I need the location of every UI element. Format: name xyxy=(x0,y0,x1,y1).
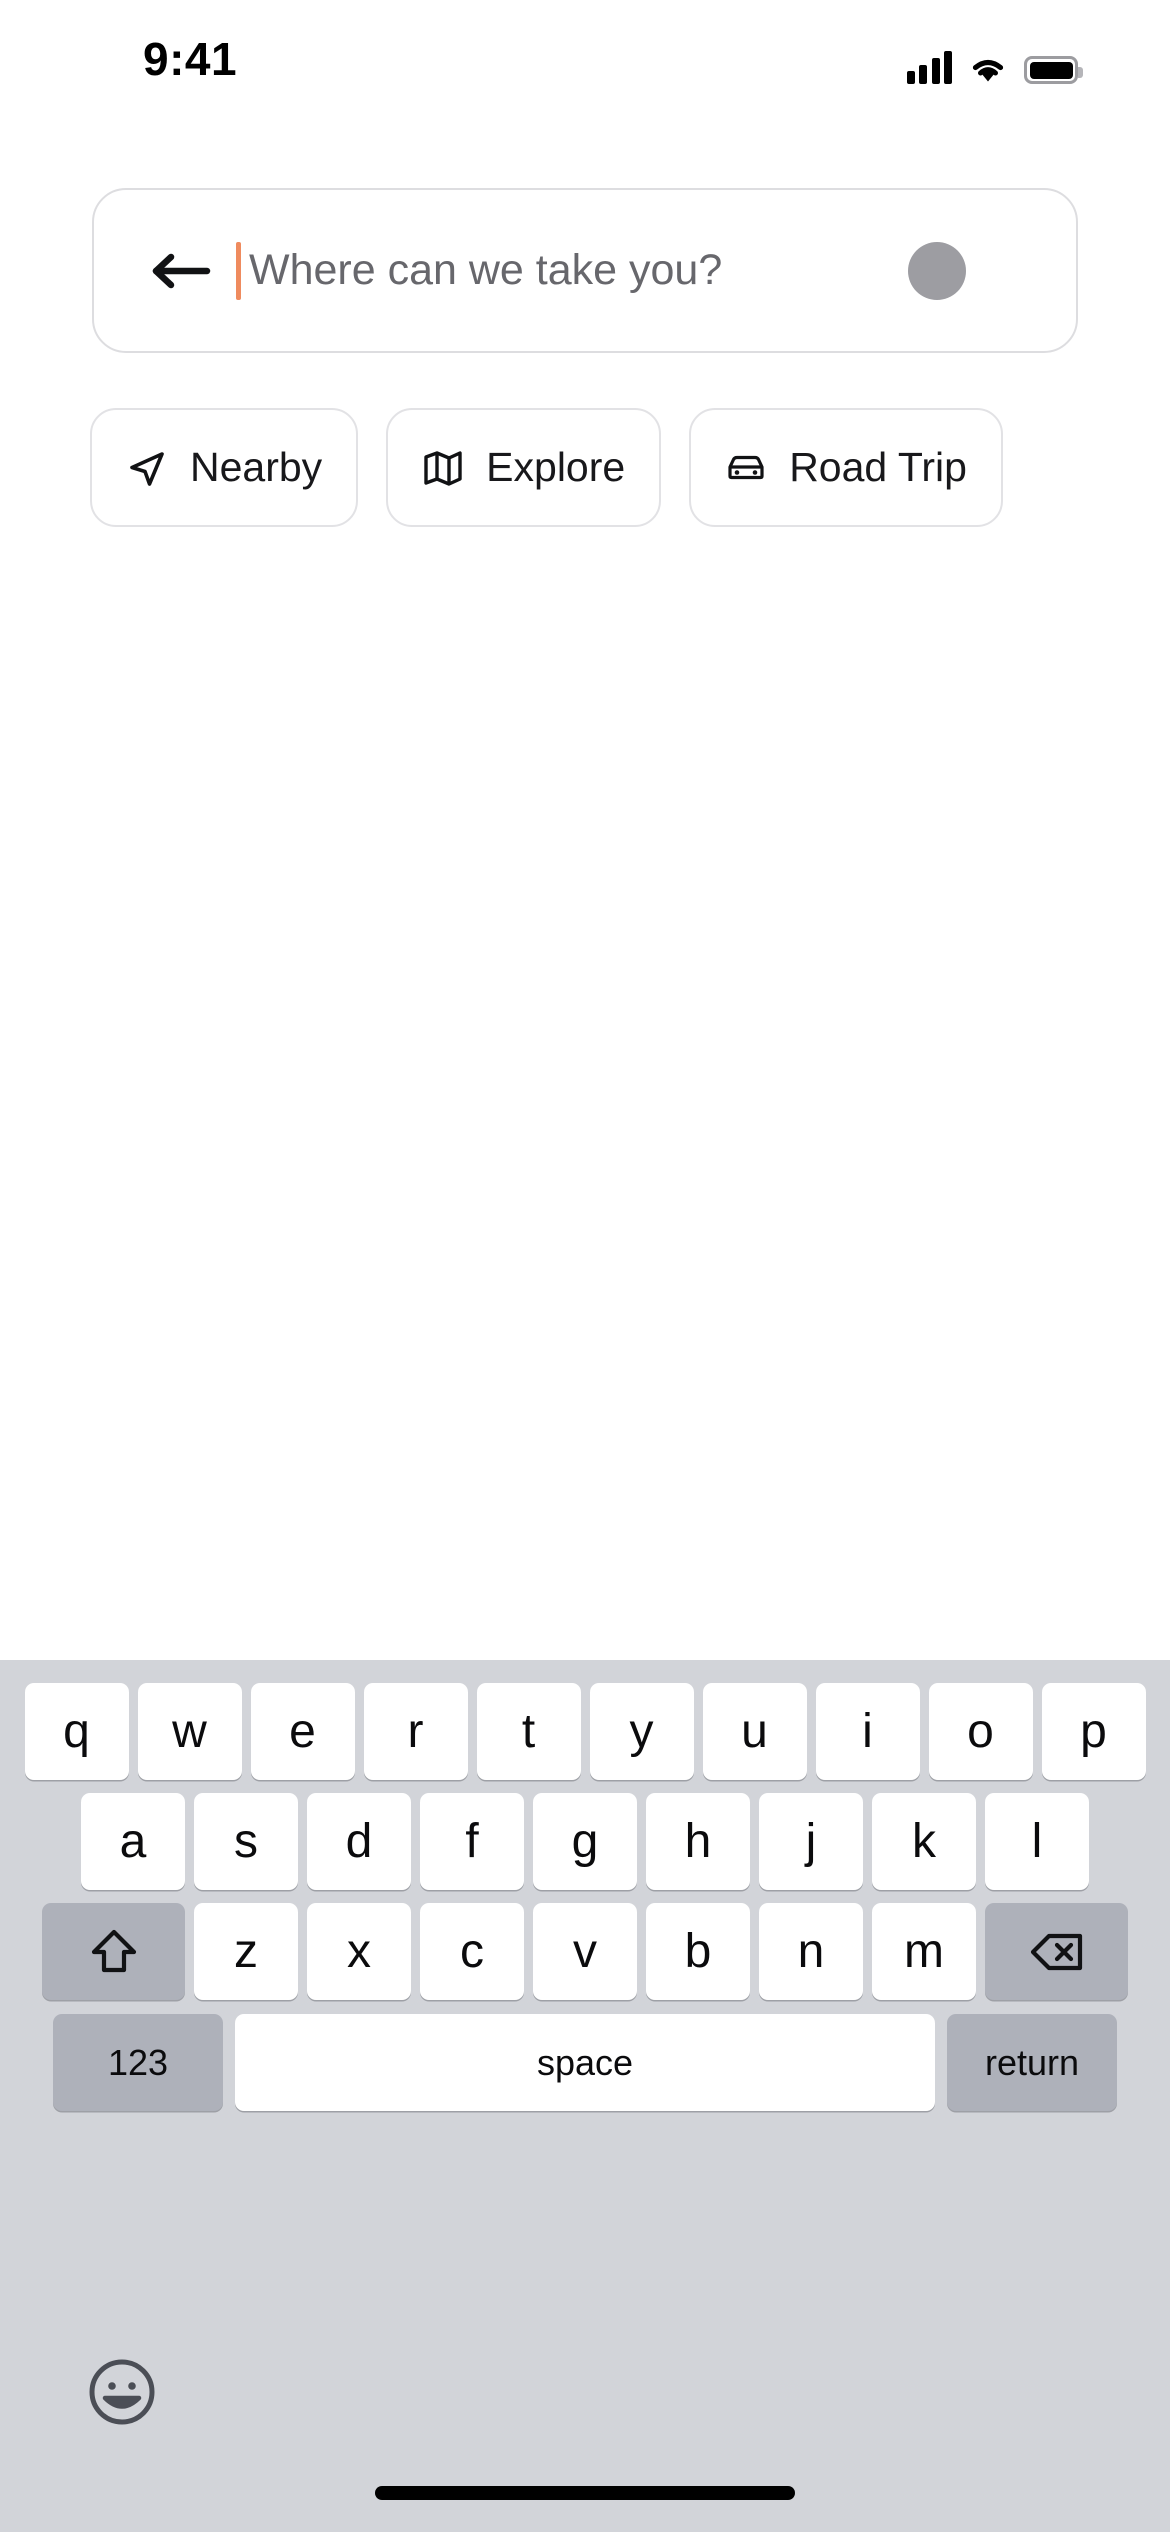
chip-road-trip[interactable]: Road Trip xyxy=(689,408,1003,527)
key-d[interactable]: d xyxy=(307,1793,411,1890)
map-icon xyxy=(422,447,464,489)
key-v[interactable]: v xyxy=(533,1903,637,2000)
chip-label: Nearby xyxy=(190,444,323,490)
text-cursor xyxy=(236,241,241,300)
key-i[interactable]: i xyxy=(815,1683,920,1780)
key-g[interactable]: g xyxy=(533,1793,637,1890)
emoji-smiley-icon[interactable] xyxy=(85,2355,159,2429)
space-key[interactable]: space xyxy=(235,2014,935,2111)
key-h[interactable]: h xyxy=(646,1793,750,1890)
chip-label: Road Trip xyxy=(789,444,967,490)
wifi-icon xyxy=(968,54,1008,84)
key-o[interactable]: o xyxy=(928,1683,1033,1780)
key-s[interactable]: s xyxy=(194,1793,298,1890)
keyboard-row-1: q w e r t y u i o p xyxy=(0,1660,1170,1780)
shift-key[interactable] xyxy=(42,1903,185,2000)
car-front-icon xyxy=(725,447,767,489)
back-arrow-icon[interactable] xyxy=(149,251,211,291)
backspace-delete-icon xyxy=(1028,1926,1086,1978)
key-p[interactable]: p xyxy=(1041,1683,1146,1780)
status-bar: 9:41 xyxy=(0,0,1170,130)
return-key[interactable]: return xyxy=(947,2014,1117,2111)
key-f[interactable]: f xyxy=(420,1793,524,1890)
chip-nearby[interactable]: Nearby xyxy=(90,408,359,527)
chip-label: Explore xyxy=(486,444,626,490)
search-bar[interactable]: Where can we take you? xyxy=(92,188,1078,353)
key-z[interactable]: z xyxy=(194,1903,298,2000)
status-bar-time: 9:41 xyxy=(143,33,238,85)
key-k[interactable]: k xyxy=(872,1793,976,1890)
key-u[interactable]: u xyxy=(702,1683,807,1780)
key-a[interactable]: a xyxy=(81,1793,185,1890)
keyboard-row-3: z x c v b n m xyxy=(0,1890,1170,2000)
key-c[interactable]: c xyxy=(420,1903,524,2000)
navigation-arrow-icon xyxy=(126,447,168,489)
key-q[interactable]: q xyxy=(24,1683,129,1780)
on-screen-keyboard: q w e r t y u i o p a s d f g h j k l z … xyxy=(0,1660,1170,2532)
avatar[interactable] xyxy=(908,241,966,300)
backspace-key[interactable] xyxy=(985,1903,1128,2000)
cellular-signal-icon xyxy=(906,51,952,84)
chip-explore[interactable]: Explore xyxy=(386,408,662,527)
status-bar-indicators xyxy=(906,40,1083,84)
numbers-key[interactable]: 123 xyxy=(53,2014,223,2111)
phone-screen: 9:41 Where can we take you? Nearby Explo… xyxy=(0,0,1170,2532)
key-n[interactable]: n xyxy=(759,1903,863,2000)
home-indicator[interactable] xyxy=(375,2486,795,2500)
key-j[interactable]: j xyxy=(759,1793,863,1890)
key-w[interactable]: w xyxy=(137,1683,242,1780)
battery-full-icon xyxy=(1024,56,1083,84)
key-r[interactable]: r xyxy=(363,1683,468,1780)
quick-action-chips: Nearby Explore Road Trip xyxy=(90,408,1003,527)
search-input[interactable]: Where can we take you? xyxy=(249,246,908,295)
key-b[interactable]: b xyxy=(646,1903,750,2000)
key-m[interactable]: m xyxy=(872,1903,976,2000)
key-y[interactable]: y xyxy=(589,1683,694,1780)
keyboard-row-4: 123 space return xyxy=(0,2000,1170,2111)
key-t[interactable]: t xyxy=(476,1683,581,1780)
key-l[interactable]: l xyxy=(985,1793,1089,1890)
shift-icon xyxy=(85,1926,143,1978)
key-e[interactable]: e xyxy=(250,1683,355,1780)
keyboard-row-2: a s d f g h j k l xyxy=(0,1780,1170,1890)
key-x[interactable]: x xyxy=(307,1903,411,2000)
